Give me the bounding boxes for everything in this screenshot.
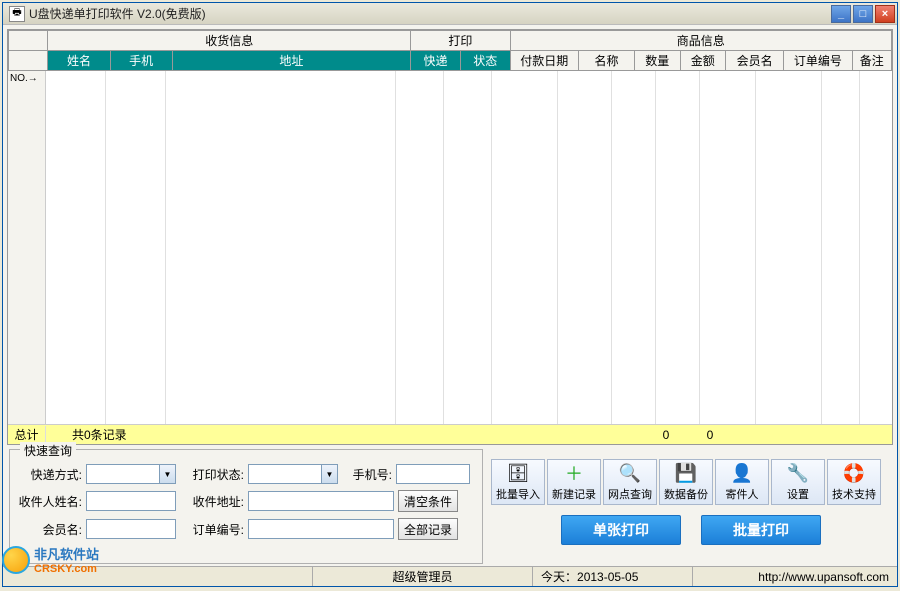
col-member[interactable]: 会员名 <box>726 51 784 71</box>
label-member: 会员名: <box>18 521 82 538</box>
label-orderno: 订单编号: <box>180 521 244 538</box>
quick-query-panel: 快速查询 快递方式: ▼ 打印状态: ▼ 手机号: 收件人姓名: 收件地址: 清… <box>9 449 483 564</box>
status-today: 今天：2013-05-05 <box>533 567 693 586</box>
person-icon: 👤 <box>731 462 753 484</box>
row-header: NO.→ <box>8 71 46 424</box>
status-url[interactable]: http://www.upansoft.com <box>693 567 897 586</box>
status-bar: 超级管理员 今天：2013-05-05 http://www.upansoft.… <box>3 566 897 586</box>
address-input[interactable] <box>248 491 394 511</box>
orderno-input[interactable] <box>248 519 394 539</box>
print-single-button[interactable]: 单张打印 <box>561 515 681 545</box>
maximize-button[interactable]: □ <box>853 5 873 23</box>
col-blank <box>9 51 48 71</box>
app-icon: 🖶 <box>9 6 25 22</box>
titlebar: 🖶 U盘快递单打印软件 V2.0(免费版) _ □ × <box>3 3 897 25</box>
express-mode-combo[interactable] <box>86 464 160 484</box>
minimize-button[interactable]: _ <box>831 5 851 23</box>
col-status[interactable]: 状态 <box>460 51 510 71</box>
import-button[interactable]: 🗄批量导入 <box>491 459 545 505</box>
label-print-status: 打印状态: <box>180 466 244 483</box>
group-shipping: 收货信息 <box>48 31 411 51</box>
recipient-input[interactable] <box>86 491 176 511</box>
all-records-button[interactable]: 全部记录 <box>398 518 458 540</box>
print-batch-button[interactable]: 批量打印 <box>701 515 821 545</box>
database-import-icon: 🗄 <box>507 462 529 484</box>
phone-input[interactable] <box>396 464 470 484</box>
label-phone: 手机号: <box>342 466 392 483</box>
label-address: 收件地址: <box>180 493 244 510</box>
col-name[interactable]: 姓名 <box>48 51 110 71</box>
print-status-combo[interactable] <box>248 464 322 484</box>
window-title: U盘快递单打印软件 V2.0(免费版) <box>29 5 831 22</box>
backup-button[interactable]: 💾数据备份 <box>659 459 713 505</box>
branch-query-button[interactable]: 🔍网点查询 <box>603 459 657 505</box>
close-button[interactable]: × <box>875 5 895 23</box>
col-express[interactable]: 快递 <box>411 51 461 71</box>
status-role: 超级管理员 <box>313 567 533 586</box>
chevron-down-icon[interactable]: ▼ <box>322 464 338 484</box>
label-recipient: 收件人姓名: <box>18 493 82 510</box>
plus-icon: ＋ <box>563 462 585 484</box>
wrench-icon: 🔧 <box>787 462 809 484</box>
grid-footer: 总计 共0条记录 0 0 <box>8 424 892 444</box>
footer-qty-sum: 0 <box>644 428 688 442</box>
col-remark[interactable]: 备注 <box>852 51 891 71</box>
footer-total-label: 总计 <box>8 426 46 443</box>
footer-count: 共0条记录 <box>46 426 644 443</box>
col-address[interactable]: 地址 <box>172 51 410 71</box>
corner-cell <box>9 31 48 51</box>
save-icon: 💾 <box>675 462 697 484</box>
sender-button[interactable]: 👤寄件人 <box>715 459 769 505</box>
support-button[interactable]: 🛟技术支持 <box>827 459 881 505</box>
label-express-mode: 快递方式: <box>18 466 82 483</box>
member-input[interactable] <box>86 519 176 539</box>
col-qty[interactable]: 数量 <box>634 51 680 71</box>
group-product: 商品信息 <box>510 31 891 51</box>
new-record-button[interactable]: ＋新建记录 <box>547 459 601 505</box>
group-print: 打印 <box>411 31 510 51</box>
chevron-down-icon[interactable]: ▼ <box>160 464 176 484</box>
col-orderno[interactable]: 订单编号 <box>784 51 852 71</box>
search-icon: 🔍 <box>619 462 641 484</box>
col-phone[interactable]: 手机 <box>110 51 172 71</box>
col-amount[interactable]: 金额 <box>680 51 726 71</box>
query-legend: 快速查询 <box>20 442 76 459</box>
support-icon: 🛟 <box>843 462 865 484</box>
toolbar: 🗄批量导入 ＋新建记录 🔍网点查询 💾数据备份 👤寄件人 🔧设置 🛟技术支持 <box>491 459 891 505</box>
clear-button[interactable]: 清空条件 <box>398 490 458 512</box>
col-pname[interactable]: 名称 <box>578 51 634 71</box>
footer-amount-sum: 0 <box>688 428 732 442</box>
data-grid[interactable]: 收货信息 打印 商品信息 姓名 手机 地址 快递 状态 付款日期 名称 数量 <box>7 29 893 445</box>
col-paydate[interactable]: 付款日期 <box>510 51 578 71</box>
settings-button[interactable]: 🔧设置 <box>771 459 825 505</box>
grid-cells[interactable] <box>46 71 892 424</box>
